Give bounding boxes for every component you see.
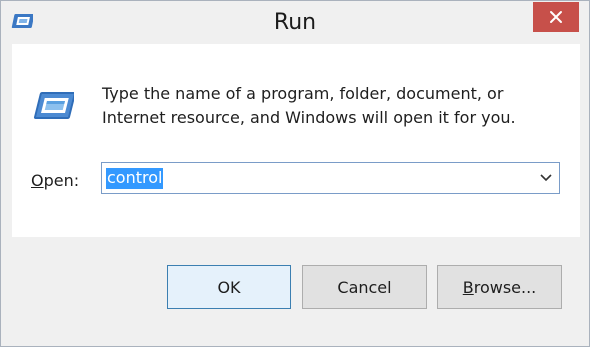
open-combobox[interactable]: control	[101, 162, 560, 194]
title-bar[interactable]: Run	[1, 1, 589, 43]
run-dialog: Run Type the name of a program, folder, …	[0, 0, 590, 347]
close-button[interactable]	[533, 2, 579, 32]
run-icon	[33, 92, 74, 119]
description-line: Type the name of a program, folder, docu…	[102, 84, 504, 103]
window-title: Run	[273, 10, 317, 35]
description-line: Internet resource, and Windows will open…	[102, 108, 516, 127]
cancel-button[interactable]: Cancel	[302, 265, 427, 309]
browse-button-label: rowse...	[473, 277, 537, 297]
open-label: Open:	[31, 171, 79, 190]
cancel-button-label: Cancel	[337, 277, 392, 297]
ok-button-label: OK	[217, 277, 241, 297]
browse-mnemonic: B	[462, 277, 474, 297]
dialog-description: Type the name of a program, folder, docu…	[102, 82, 516, 130]
ok-button[interactable]: OK	[167, 265, 291, 309]
open-label-text: pen:	[43, 171, 80, 190]
chevron-down-icon[interactable]	[539, 172, 553, 184]
open-input-value[interactable]: control	[106, 168, 164, 189]
open-label-mnemonic: O	[31, 171, 44, 190]
close-icon	[550, 11, 562, 23]
browse-button[interactable]: Browse...	[437, 265, 562, 309]
dialog-body: Type the name of a program, folder, docu…	[12, 44, 580, 237]
